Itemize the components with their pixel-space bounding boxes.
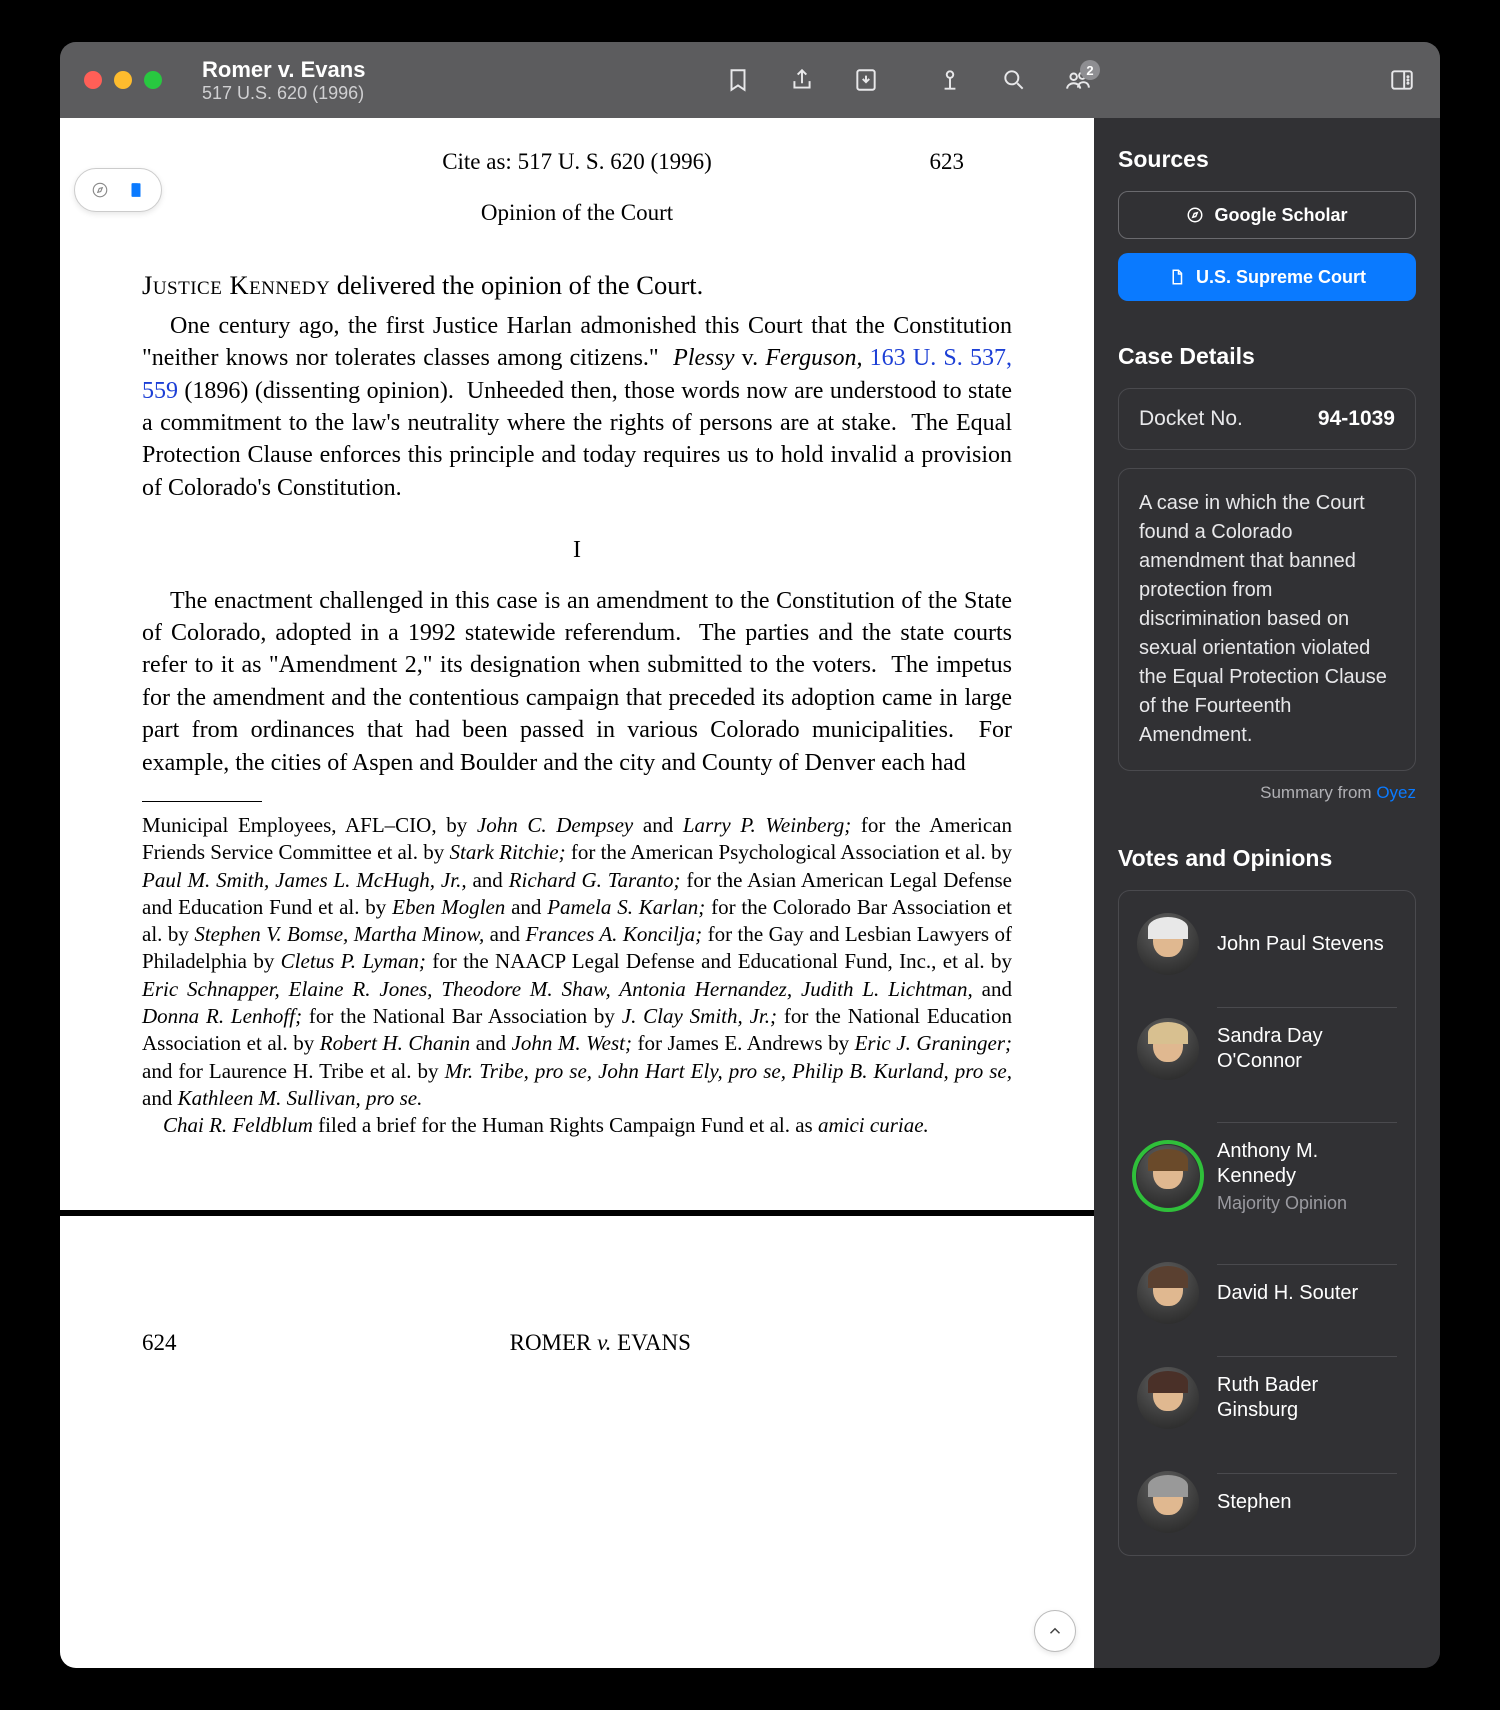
search-icon[interactable] xyxy=(1000,66,1028,94)
justice-meta: Anthony M. Kennedy Majority Opinion xyxy=(1217,1122,1397,1230)
paragraph-1: One century ago, the first Justice Harla… xyxy=(142,310,1012,504)
share-icon[interactable] xyxy=(788,66,816,94)
footnote-separator xyxy=(142,801,262,802)
close-window-button[interactable] xyxy=(84,71,102,89)
page-number-top: 623 xyxy=(930,146,965,177)
votes-heading: Votes and Opinions xyxy=(1118,845,1416,872)
justice-name: John Paul Stevens xyxy=(1217,932,1397,957)
people-badge: 2 xyxy=(1080,60,1100,80)
toggle-sidebar-icon[interactable] xyxy=(1388,66,1416,94)
source-google-label: Google Scholar xyxy=(1214,205,1347,226)
justice-avatar xyxy=(1137,1367,1199,1429)
sources-heading: Sources xyxy=(1118,146,1416,173)
app-window: Romer v. Evans 517 U.S. 620 (1996) 2 xyxy=(60,42,1440,1668)
docket-label: Docket No. xyxy=(1139,407,1243,431)
page-623: Cite as: 517 U. S. 620 (1996) 623 Opinio… xyxy=(60,118,1094,1164)
page-break xyxy=(60,1210,1094,1240)
bookmark-icon[interactable] xyxy=(724,66,752,94)
case-details-section: Case Details Docket No. 94-1039 A case i… xyxy=(1118,343,1416,803)
justice-meta: David H. Souter xyxy=(1217,1264,1397,1322)
content-area: Cite as: 517 U. S. 620 (1996) 623 Opinio… xyxy=(60,118,1440,1668)
justice-name: Ruth Bader Ginsburg xyxy=(1217,1373,1397,1423)
justice-row[interactable]: Sandra Day O'Connor xyxy=(1137,991,1397,1106)
source-supreme-label: U.S. Supreme Court xyxy=(1196,267,1366,288)
justice-name: Sandra Day O'Connor xyxy=(1217,1024,1397,1074)
section-number: I xyxy=(130,534,1024,566)
justice-row[interactable]: John Paul Stevens xyxy=(1137,897,1397,991)
opinion-lede: Justice Kennedy delivered the opinion of… xyxy=(142,268,1024,304)
pin-icon[interactable] xyxy=(936,66,964,94)
compass-view-button[interactable] xyxy=(83,175,117,205)
toolbar: 2 xyxy=(724,66,1416,94)
document-pane[interactable]: Cite as: 517 U. S. 620 (1996) 623 Opinio… xyxy=(60,118,1094,1668)
justice-row[interactable]: Ruth Bader Ginsburg xyxy=(1137,1340,1397,1455)
oyez-link[interactable]: Oyez xyxy=(1376,783,1416,802)
document-view-button[interactable] xyxy=(119,175,153,205)
summary-attribution: Summary from Oyez xyxy=(1118,783,1416,803)
votes-list: John Paul Stevens Sandra Day O'Connor Anth… xyxy=(1118,890,1416,1556)
justice-name: David H. Souter xyxy=(1217,1281,1397,1306)
justice-avatar xyxy=(1137,1471,1199,1533)
votes-section: Votes and Opinions John Paul Stevens Sand… xyxy=(1118,845,1416,1556)
footnote-text: Municipal Employees, AFL–CIO, by John C.… xyxy=(142,812,1012,1140)
page-number-624: 624 xyxy=(130,1330,177,1356)
justice-meta: Ruth Bader Ginsburg xyxy=(1217,1356,1397,1439)
justice-name: Anthony M. Kennedy xyxy=(1217,1139,1397,1189)
docket-value: 94-1039 xyxy=(1318,407,1395,431)
cite-as-text: Cite as: 517 U. S. 620 (1996) xyxy=(442,146,712,177)
justice-avatar xyxy=(1137,913,1199,975)
justice-avatar xyxy=(1137,1018,1199,1080)
download-icon[interactable] xyxy=(852,66,880,94)
summary-card: A case in which the Court found a Colora… xyxy=(1118,468,1416,771)
justice-meta: Sandra Day O'Connor xyxy=(1217,1007,1397,1090)
traffic-lights xyxy=(84,71,162,89)
scroll-to-top-button[interactable] xyxy=(1034,1610,1076,1652)
people-icon[interactable]: 2 xyxy=(1064,66,1092,94)
justice-row[interactable]: Stephen xyxy=(1137,1455,1397,1549)
page-624-case-title: ROMER v. EVANS xyxy=(177,1330,1025,1356)
justice-role: Majority Opinion xyxy=(1217,1193,1397,1214)
justice-meta: John Paul Stevens xyxy=(1217,916,1397,973)
source-google-scholar-button[interactable]: Google Scholar xyxy=(1118,191,1416,239)
page-624-header: 624 ROMER v. EVANS xyxy=(60,1240,1094,1356)
justice-row[interactable]: David H. Souter xyxy=(1137,1246,1397,1340)
maximize-window-button[interactable] xyxy=(144,71,162,89)
minimize-window-button[interactable] xyxy=(114,71,132,89)
justice-avatar xyxy=(1137,1262,1199,1324)
docket-card: Docket No. 94-1039 xyxy=(1118,388,1416,450)
case-citation: 517 U.S. 620 (1996) xyxy=(202,83,708,104)
case-title: Romer v. Evans xyxy=(202,57,708,83)
justice-avatar xyxy=(1137,1145,1199,1207)
paragraph-2: The enactment challenged in this case is… xyxy=(142,585,1012,779)
opinion-of-label: Opinion of the Court xyxy=(130,197,1024,228)
title-block: Romer v. Evans 517 U.S. 620 (1996) xyxy=(202,57,708,104)
view-mode-pill xyxy=(74,168,162,212)
details-sidebar: Sources Google Scholar U.S. Supreme Cour… xyxy=(1094,118,1440,1668)
justice-meta: Stephen xyxy=(1217,1473,1397,1531)
titlebar: Romer v. Evans 517 U.S. 620 (1996) 2 xyxy=(60,42,1440,118)
case-details-heading: Case Details xyxy=(1118,343,1416,370)
justice-row[interactable]: Anthony M. Kennedy Majority Opinion xyxy=(1137,1106,1397,1246)
source-supreme-court-button[interactable]: U.S. Supreme Court xyxy=(1118,253,1416,301)
justice-name: Stephen xyxy=(1217,1490,1397,1515)
